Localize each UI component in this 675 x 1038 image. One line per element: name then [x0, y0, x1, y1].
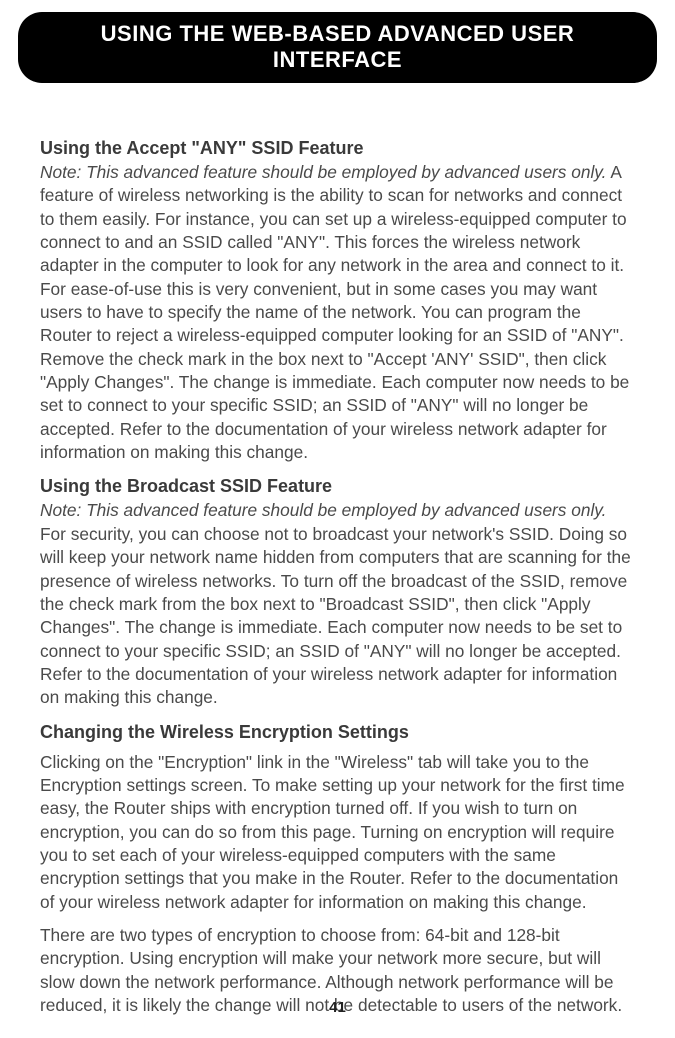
section-accept-any-ssid: Using the Accept "ANY" SSID Feature Note…: [40, 138, 635, 464]
note-text: Note: This advanced feature should be em…: [40, 500, 606, 520]
section-title: Changing the Wireless Encryption Setting…: [40, 722, 635, 743]
header-title: USING THE WEB-BASED ADVANCED USER INTERF…: [101, 21, 575, 72]
section-title: Using the Accept "ANY" SSID Feature: [40, 138, 635, 159]
section-body: Note: This advanced feature should be em…: [40, 161, 635, 464]
page-header: USING THE WEB-BASED ADVANCED USER INTERF…: [18, 12, 657, 83]
content-area: Using the Accept "ANY" SSID Feature Note…: [0, 83, 675, 1017]
body-text: A feature of wireless networking is the …: [40, 162, 629, 462]
page-number: 41: [0, 999, 675, 1016]
section-paragraph: Clicking on the "Encryption" link in the…: [40, 751, 635, 914]
section-encryption-settings: Changing the Wireless Encryption Setting…: [40, 722, 635, 1018]
section-title: Using the Broadcast SSID Feature: [40, 476, 635, 497]
section-broadcast-ssid: Using the Broadcast SSID Feature Note: T…: [40, 476, 635, 709]
section-body: Note: This advanced feature should be em…: [40, 499, 635, 709]
note-text: Note: This advanced feature should be em…: [40, 162, 606, 182]
body-text: For security, you can choose not to broa…: [40, 524, 631, 707]
